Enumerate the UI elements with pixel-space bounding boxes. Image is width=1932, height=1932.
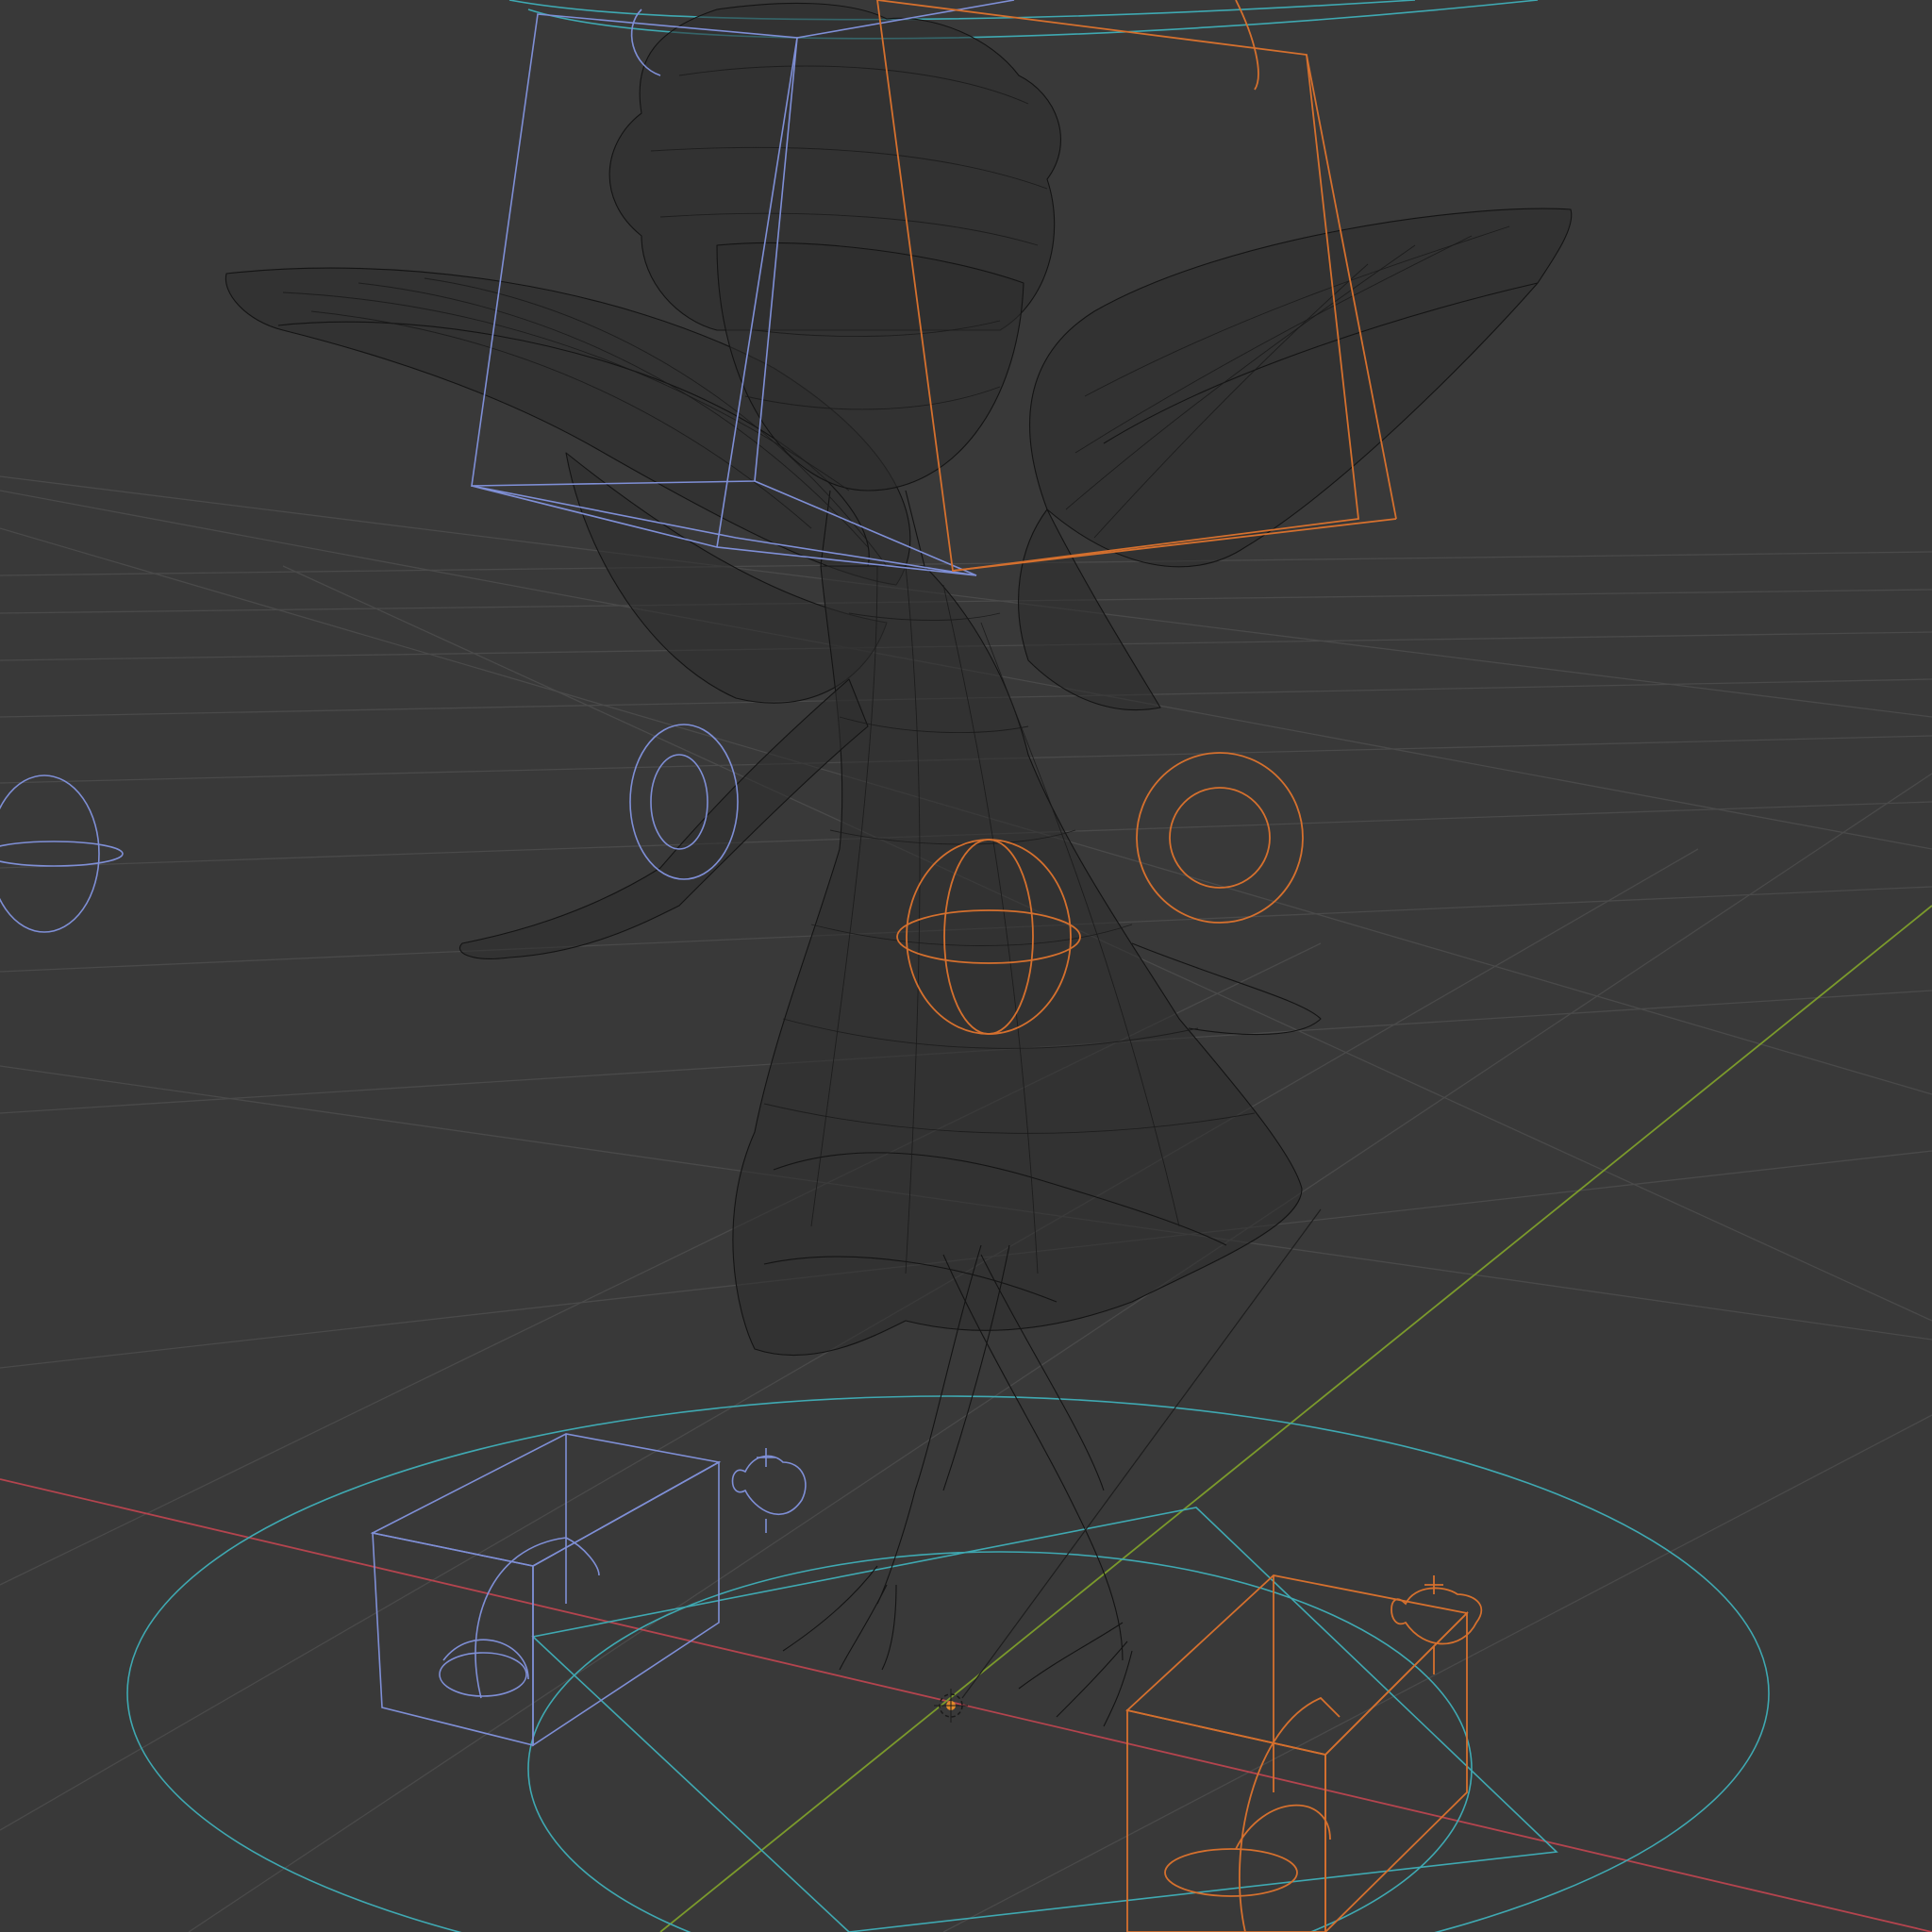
right-heel-bone-shape[interactable]: [1391, 1575, 1483, 1674]
right-arm-pole-control[interactable]: [1136, 752, 1304, 924]
left-shoulder-control[interactable]: [0, 774, 124, 933]
3d-viewport[interactable]: [0, 0, 1932, 1932]
left-foot-control[interactable]: [370, 1433, 722, 1747]
viewport-canvas[interactable]: [0, 0, 1932, 1932]
object-origin-icon[interactable]: [934, 1689, 968, 1723]
left-heel-bone-shape[interactable]: [731, 1448, 807, 1533]
fairy-wireframe-mesh[interactable]: [225, 2, 1573, 1727]
right-foot-control[interactable]: [1125, 1574, 1469, 1932]
